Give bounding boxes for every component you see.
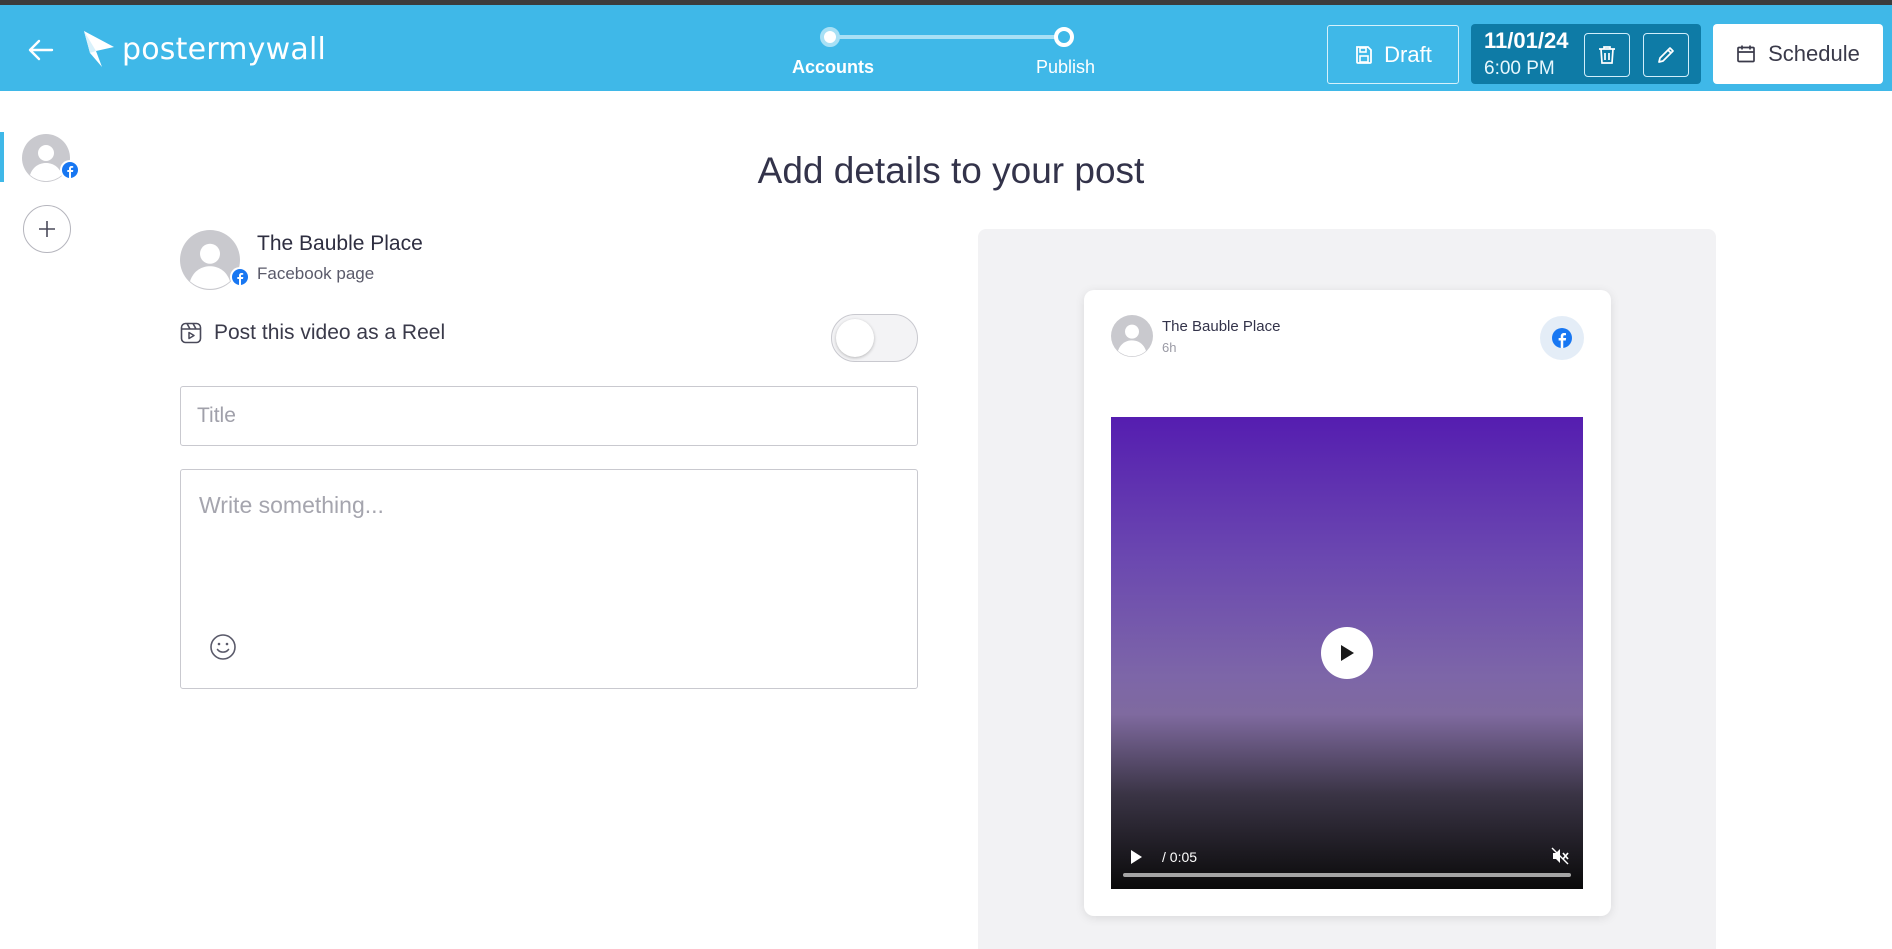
facebook-icon bbox=[232, 269, 248, 285]
reel-toggle[interactable] bbox=[831, 314, 918, 362]
reel-icon bbox=[180, 322, 202, 344]
step-label-accounts[interactable]: Accounts bbox=[792, 57, 874, 78]
draft-button[interactable]: Draft bbox=[1327, 25, 1459, 84]
logo[interactable]: postermywall bbox=[82, 29, 326, 69]
page-title: Add details to your post bbox=[757, 150, 1145, 191]
arrow-left-icon bbox=[28, 39, 54, 61]
preview-network-badge bbox=[1540, 316, 1584, 360]
facebook-icon bbox=[1552, 328, 1572, 348]
top-header: postermywall Accounts Publish Draft 11/0… bbox=[0, 5, 1892, 91]
add-account-button[interactable] bbox=[23, 205, 71, 253]
step-label-publish[interactable]: Publish bbox=[1036, 57, 1095, 78]
step-dot-publish[interactable] bbox=[1054, 27, 1074, 47]
step-connector bbox=[830, 35, 1060, 39]
video-mute-control[interactable] bbox=[1551, 847, 1569, 870]
description-box bbox=[180, 469, 918, 689]
post-preview-card: The Bauble Place 6h / 0:05 bbox=[1084, 290, 1611, 916]
pencil-icon bbox=[1658, 47, 1674, 63]
account-avatar bbox=[180, 230, 250, 290]
smiley-icon bbox=[210, 634, 236, 660]
emoji-button[interactable] bbox=[209, 633, 237, 661]
calendar-icon bbox=[1737, 45, 1755, 63]
video-progress-bar[interactable] bbox=[1123, 873, 1571, 877]
title-input[interactable] bbox=[180, 386, 918, 446]
video-preview[interactable]: / 0:05 bbox=[1111, 417, 1583, 889]
play-icon bbox=[1131, 850, 1142, 864]
plus-icon bbox=[39, 221, 55, 237]
trash-icon bbox=[1599, 46, 1615, 64]
preview-post-time: 6h bbox=[1162, 340, 1177, 355]
step-dot-accounts[interactable] bbox=[820, 27, 840, 47]
description-input[interactable] bbox=[181, 470, 917, 620]
muted-speaker-icon bbox=[1551, 847, 1569, 865]
reel-label: Post this video as a Reel bbox=[214, 321, 446, 344]
toggle-knob bbox=[836, 319, 874, 357]
preview-account-name: The Bauble Place bbox=[1162, 318, 1281, 335]
save-icon bbox=[1356, 45, 1373, 64]
account-name: The Bauble Place bbox=[257, 232, 423, 255]
progress-steps: Accounts Publish bbox=[790, 25, 1100, 81]
schedule-button[interactable]: Schedule bbox=[1713, 24, 1883, 84]
post-preview-panel: The Bauble Place 6h / 0:05 bbox=[978, 229, 1716, 949]
schedule-date: 11/01/24 bbox=[1484, 28, 1569, 53]
avatar-icon bbox=[1111, 315, 1153, 357]
back-button[interactable] bbox=[26, 35, 56, 65]
play-icon bbox=[1341, 645, 1354, 661]
schedule-label: Schedule bbox=[1768, 41, 1860, 66]
edit-schedule-button[interactable] bbox=[1643, 33, 1689, 77]
schedule-time: 6:00 PM bbox=[1484, 58, 1555, 79]
account-type: Facebook page bbox=[257, 264, 375, 283]
video-play-control[interactable] bbox=[1129, 849, 1143, 870]
logo-mark-icon bbox=[84, 31, 114, 67]
preview-avatar bbox=[1111, 315, 1153, 357]
delete-schedule-button[interactable] bbox=[1584, 33, 1630, 77]
draft-label: Draft bbox=[1384, 41, 1432, 67]
schedule-datetime: 11/01/24 6:00 PM bbox=[1471, 24, 1701, 84]
play-button[interactable] bbox=[1321, 627, 1373, 679]
reel-option: Post this video as a Reel bbox=[180, 321, 445, 345]
facebook-badge bbox=[230, 267, 250, 287]
video-time: / 0:05 bbox=[1162, 849, 1198, 865]
logo-text: postermywall bbox=[122, 31, 327, 67]
